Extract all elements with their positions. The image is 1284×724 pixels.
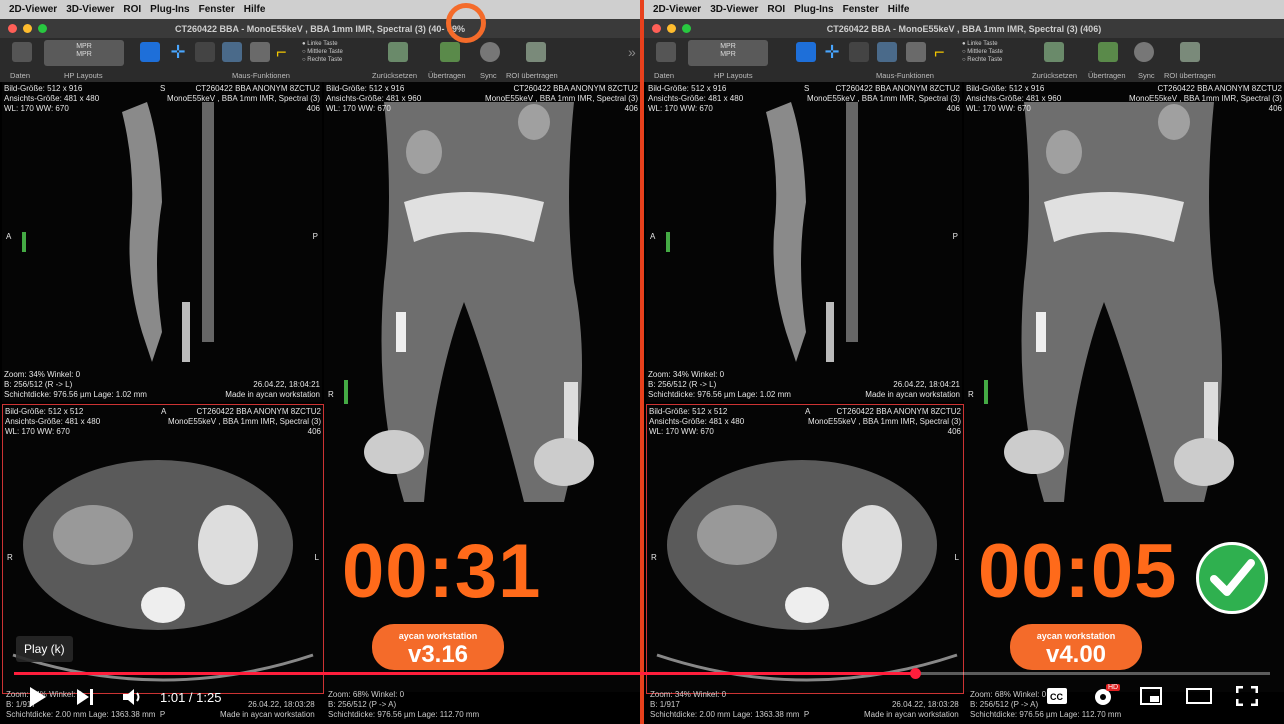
svg-text:CC: CC (1050, 692, 1063, 702)
toolbar-labels: Daten HP Layouts Maus-Funktionen Zurücks… (644, 69, 1284, 82)
window-level-icon[interactable] (796, 42, 816, 62)
pan-tool-icon[interactable] (877, 42, 897, 62)
minimize-window-button[interactable] (667, 24, 676, 33)
hd-badge: HD (1106, 684, 1121, 691)
crosshair-icon[interactable]: ✛ (168, 42, 188, 62)
menu-hilfe[interactable]: Hilfe (244, 4, 266, 15)
play-icon[interactable] (28, 686, 48, 713)
image-viewport: Bild-Größe: 512 x 916 Ansichts-Größe: 48… (646, 82, 1284, 719)
highlight-circle (446, 3, 486, 43)
pan-tool-icon[interactable] (222, 42, 242, 62)
sagittal-image (666, 102, 858, 362)
axial-image (656, 460, 958, 682)
elapsed-timer: 00:31 (342, 529, 542, 614)
menu-hilfe[interactable]: Hilfe (888, 4, 910, 15)
next-icon[interactable] (76, 688, 96, 711)
hp-layouts-selector[interactable]: MPR MPR (688, 40, 768, 66)
daten-icon[interactable] (656, 42, 676, 62)
window-controls (652, 24, 691, 33)
minimize-window-button[interactable] (23, 24, 32, 33)
sagittal-view[interactable]: Bild-Größe: 512 x 916 Ansichts-Größe: 48… (2, 82, 322, 402)
menu-roi[interactable]: ROI (767, 4, 785, 15)
image-viewport: Bild-Größe: 512 x 916 Ansichts-Größe: 48… (2, 82, 640, 719)
play-tooltip: Play (k) (16, 636, 73, 662)
miniplayer-icon[interactable] (1140, 687, 1162, 710)
transfer-icon[interactable] (440, 42, 460, 62)
window-title: CT260422 BBA - MonoE55keV , BBA 1mm IMR,… (644, 19, 1284, 38)
sync-icon[interactable] (1134, 42, 1154, 62)
menu-plugins[interactable]: Plug-Ins (794, 4, 833, 15)
toolbar-labels: Daten HP Layouts Maus-Funktionen Zurücks… (0, 69, 640, 82)
window-level-icon[interactable] (140, 42, 160, 62)
close-window-button[interactable] (652, 24, 661, 33)
menu-3d-viewer[interactable]: 3D-Viewer (710, 4, 758, 15)
menu-bar: 2D-Viewer 3D-Viewer ROI Plug-Ins Fenster… (0, 0, 640, 19)
measure-tool-icon[interactable] (906, 42, 926, 62)
menu-fenster[interactable]: Fenster (843, 4, 879, 15)
reset-icon[interactable] (1044, 42, 1064, 62)
captions-icon[interactable]: CC (1046, 687, 1068, 710)
theater-mode-icon[interactable] (1186, 688, 1212, 709)
settings-gear-icon[interactable]: HD (1092, 684, 1121, 713)
version-badge: aycan workstation v3.16 (372, 624, 504, 670)
angle-tool-icon[interactable]: ⌐ (276, 42, 296, 62)
fullscreen-icon[interactable] (1235, 685, 1259, 711)
menu-plugins[interactable]: Plug-Ins (150, 4, 189, 15)
roi-transfer-icon[interactable] (1180, 42, 1200, 62)
version-badge: aycan workstation v4.00 (1010, 624, 1142, 670)
transfer-icon[interactable] (1098, 42, 1118, 62)
toolbar: MPR MPR ✛ ⌐ ● Linke Taste ○ Mittlere Tas… (644, 38, 1284, 69)
close-window-button[interactable] (8, 24, 17, 33)
sync-icon[interactable] (480, 42, 500, 62)
daten-icon[interactable] (12, 42, 32, 62)
right-screen: 2D-Viewer 3D-Viewer ROI Plug-Ins Fenster… (644, 0, 1284, 724)
zoom-window-button[interactable] (682, 24, 691, 33)
menu-fenster[interactable]: Fenster (199, 4, 235, 15)
toolbar: MPR MPR ✛ ⌐ ● Linke Taste ○ Mittlere Tas… (0, 38, 640, 69)
zoom-window-button[interactable] (38, 24, 47, 33)
roi-transfer-icon[interactable] (526, 42, 546, 62)
window-controls (8, 24, 47, 33)
menu-2d-viewer[interactable]: 2D-Viewer (653, 4, 701, 15)
volume-icon[interactable] (122, 687, 146, 712)
left-screen: 2D-Viewer 3D-Viewer ROI Plug-Ins Fenster… (0, 0, 640, 724)
menu-bar: 2D-Viewer 3D-Viewer ROI Plug-Ins Fenster… (644, 0, 1284, 19)
menu-roi[interactable]: ROI (123, 4, 141, 15)
sagittal-view[interactable]: Bild-Größe: 512 x 916 Ansichts-Größe: 48… (646, 82, 962, 402)
sagittal-image (22, 102, 214, 362)
menu-2d-viewer[interactable]: 2D-Viewer (9, 4, 57, 15)
elapsed-timer: 00:05 (978, 529, 1178, 614)
zoom-tool-icon[interactable] (195, 42, 215, 62)
video-time: 1:01 / 1:25 (160, 690, 222, 705)
hp-layouts-selector[interactable]: MPR MPR (44, 40, 124, 66)
mouse-button-radios[interactable]: ● Linke Taste ○ Mittlere Taste ○ Rechte … (302, 40, 343, 64)
toolbar-overflow-icon[interactable]: » (628, 44, 636, 60)
menu-3d-viewer[interactable]: 3D-Viewer (66, 4, 114, 15)
crosshair-icon[interactable]: ✛ (822, 42, 842, 62)
reset-icon[interactable] (388, 42, 408, 62)
checkmark-icon (1196, 542, 1268, 614)
axial-view[interactable]: Bild-Größe: 512 x 512 Ansichts-Größe: 48… (646, 404, 964, 694)
angle-tool-icon[interactable]: ⌐ (934, 42, 954, 62)
measure-tool-icon[interactable] (250, 42, 270, 62)
zoom-tool-icon[interactable] (849, 42, 869, 62)
checkmark-glyph (1210, 559, 1255, 596)
mouse-button-radios[interactable]: ● Linke Taste ○ Mittlere Taste ○ Rechte … (962, 40, 1003, 64)
window-title: CT260422 BBA - MonoE55keV , BBA 1mm IMR,… (0, 19, 640, 38)
